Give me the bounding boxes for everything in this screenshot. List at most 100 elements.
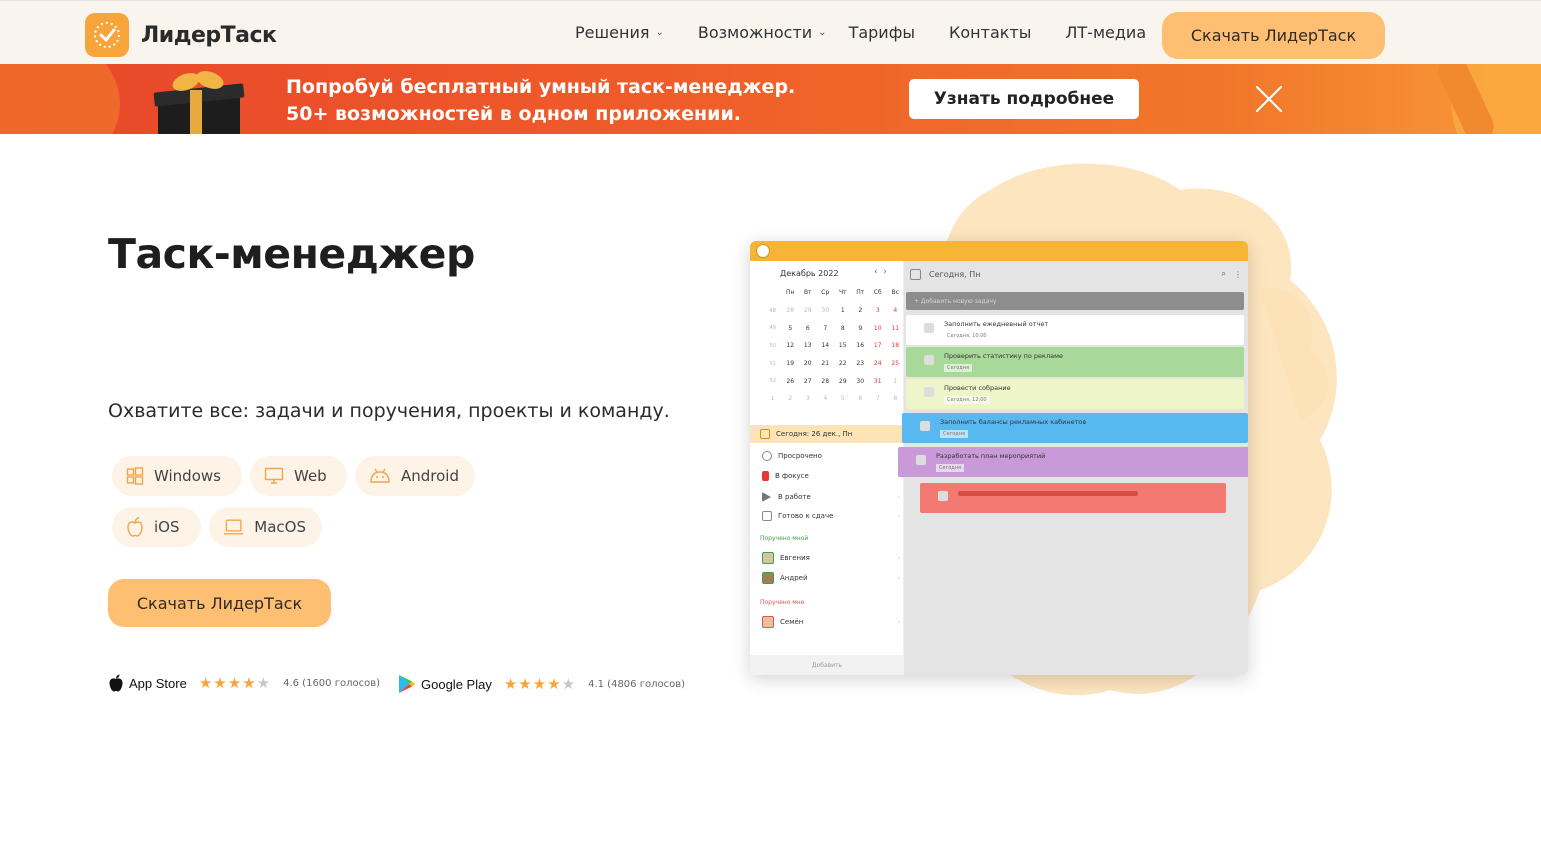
sidebar-person[interactable]: Семён › (762, 616, 900, 628)
calendar-day[interactable]: 8 (834, 319, 852, 337)
sidebar-item-in-progress[interactable]: В работе › (762, 492, 900, 502)
task-checkbox[interactable] (920, 421, 930, 431)
task-checkbox[interactable] (916, 455, 926, 465)
today-item[interactable]: Сегодня: 26 дек., Пн (750, 425, 904, 443)
calendar-day[interactable]: 30 (817, 302, 835, 320)
task-checkbox[interactable] (924, 387, 934, 397)
calendar-weekday: Вс (891, 289, 899, 297)
calendar-day[interactable]: 17 (869, 337, 887, 355)
calendar-day[interactable]: 19 (782, 355, 800, 373)
more-icon[interactable]: ⋮ (1234, 270, 1242, 279)
nav-item-solutions[interactable]: Решения ⌄ (575, 23, 664, 42)
platform-label: Windows (154, 467, 221, 485)
calendar-day[interactable]: 11 (887, 319, 905, 337)
calendar-day[interactable]: 12 (782, 337, 800, 355)
calendar-day[interactable]: 25 (887, 355, 905, 373)
nav-item-pricing[interactable]: Тарифы (849, 23, 915, 42)
calendar-day[interactable]: 4 (817, 390, 835, 408)
sidebar-person[interactable]: Евгения › (762, 552, 900, 564)
search-icon[interactable]: ⌕ (1222, 269, 1226, 279)
calendar-day[interactable]: 31 (869, 372, 887, 390)
calendar-day[interactable]: 3 (869, 302, 887, 320)
calendar-day[interactable]: 6 (799, 319, 817, 337)
calendar-day[interactable]: 7 (817, 319, 835, 337)
calendar-day[interactable]: 3 (799, 390, 817, 408)
calendar-day[interactable]: 28 (782, 302, 800, 320)
task-checkbox[interactable] (924, 323, 934, 333)
task-row[interactable]: Разработать план мероприятий Сегодня (898, 447, 1248, 477)
task-row[interactable]: Заполнить балансы рекламных кабинетов Сег… (902, 413, 1248, 443)
task-title: Проверить статистику по рекламе (944, 352, 1064, 360)
brand-logo[interactable]: ЛидерТаск (85, 13, 277, 57)
star-icon: ★ (242, 673, 256, 692)
task-row[interactable]: Проверить статистику по рекламе Сегодня (906, 347, 1244, 377)
chevron-left-icon[interactable]: ‹ (874, 267, 878, 277)
calendar-day[interactable]: 13 (799, 337, 817, 355)
calendar-day[interactable]: 16 (852, 337, 870, 355)
calendar-day[interactable]: 2 (782, 390, 800, 408)
calendar-day[interactable]: 5 (782, 319, 800, 337)
calendar-day[interactable]: 30 (852, 372, 870, 390)
calendar-day[interactable]: 21 (817, 355, 835, 373)
avatar (762, 572, 774, 584)
sidebar-item-ready[interactable]: Готово к сдаче › (762, 511, 900, 521)
calendar-day[interactable]: 20 (799, 355, 817, 373)
task-meta: Сегодня, 12:00 (944, 396, 990, 404)
download-button[interactable]: Скачать ЛидерТаск (108, 579, 331, 627)
task-row[interactable]: Провести собрание Сегодня, 12:00 (906, 379, 1244, 409)
calendar-day[interactable]: 29 (834, 372, 852, 390)
add-task-input[interactable]: + Добавить новую задачу (906, 292, 1244, 310)
calendar-day[interactable]: 29 (799, 302, 817, 320)
rating-score: 4.1 (4806 голосов) (588, 678, 685, 690)
calendar-day[interactable]: 27 (799, 372, 817, 390)
google-play-icon (399, 675, 415, 693)
platform-chip-android[interactable]: Android (355, 456, 475, 496)
calendar-day[interactable]: 2 (852, 302, 870, 320)
sidebar-person[interactable]: Андрей › (762, 572, 900, 584)
task-checkbox[interactable] (938, 491, 948, 501)
calendar-day[interactable]: 28 (817, 372, 835, 390)
calendar-day[interactable]: 15 (834, 337, 852, 355)
app-store-rating[interactable]: App Store ★ ★ ★ ★ ★ 4.6 (1600 голосов) (108, 674, 380, 692)
calendar-day[interactable]: 26 (782, 372, 800, 390)
learn-more-button[interactable]: Узнать подробнее (909, 79, 1139, 119)
calendar-day[interactable]: 5 (834, 390, 852, 408)
google-play-rating[interactable]: Google Play ★ ★ ★ ★ ★ 4.1 (4806 голосов) (398, 674, 685, 694)
calendar-weekday: Пт (856, 289, 865, 297)
nav-item-features[interactable]: Возможности ⌄ (698, 23, 827, 42)
calendar-day[interactable]: 1 (834, 302, 852, 320)
calendar-day[interactable]: 1 (887, 372, 905, 390)
calendar-day[interactable]: 7 (869, 390, 887, 408)
chevron-right-icon[interactable]: › (883, 267, 887, 277)
calendar-day[interactable]: 9 (852, 319, 870, 337)
sidebar-item-overdue[interactable]: Просрочено› (762, 451, 900, 461)
calendar-week-number: 1 (771, 395, 775, 402)
task-row[interactable] (920, 483, 1226, 513)
platform-chip-web[interactable]: Web (250, 456, 347, 496)
calendar-day[interactable]: 4 (887, 302, 905, 320)
close-icon[interactable] (1254, 84, 1284, 114)
star-icon: ★ (532, 674, 547, 693)
nav-item-contacts[interactable]: Контакты (949, 23, 1031, 42)
platform-chip-macos[interactable]: MacOS (209, 507, 322, 547)
calendar-day[interactable]: 22 (834, 355, 852, 373)
task-checkbox[interactable] (924, 355, 934, 365)
platform-chip-ios[interactable]: iOS (112, 507, 201, 547)
star-icon: ★ (518, 674, 532, 693)
task-row[interactable]: Заполнить ежедневный отчет Сегодня, 10:00 (906, 315, 1244, 345)
nav-label: ЛТ-медиа (1065, 23, 1147, 42)
calendar-day[interactable]: 10 (869, 319, 887, 337)
calendar-day[interactable]: 14 (817, 337, 835, 355)
calendar-day[interactable]: 23 (852, 355, 870, 373)
header-download-button[interactable]: Скачать ЛидерТаск (1162, 12, 1385, 59)
calendar-day[interactable]: 18 (887, 337, 905, 355)
calendar-day[interactable]: 6 (852, 390, 870, 408)
chevron-right-icon: › (897, 493, 900, 501)
calendar-day[interactable]: 8 (887, 390, 905, 408)
platform-chip-windows[interactable]: Windows (112, 456, 242, 496)
calendar-day[interactable]: 24 (869, 355, 887, 373)
gift-icon (153, 71, 245, 134)
sidebar-add-button[interactable]: Добавить (750, 655, 904, 675)
sidebar-item-focus[interactable]: В фокусе› (762, 471, 900, 481)
nav-item-lt-media[interactable]: ЛТ-медиа (1065, 23, 1146, 42)
